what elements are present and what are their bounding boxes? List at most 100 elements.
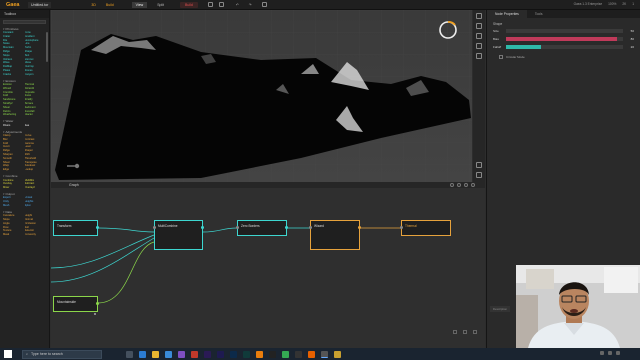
toolbox-node-item[interactable]: Combine xyxy=(3,179,25,182)
photoshop-icon[interactable] xyxy=(230,350,237,358)
taskbar-search-input[interactable]: ⌕ Type here to search xyxy=(22,349,102,359)
graph-settings-icon[interactable] xyxy=(471,183,475,187)
property-value[interactable]: 20 xyxy=(626,45,634,49)
toolbox-node-item[interactable]: Fold xyxy=(3,94,25,97)
gaea-taskbar-icon[interactable] xyxy=(321,350,328,358)
toolbox-node-item[interactable]: Lookup xyxy=(25,168,47,171)
toolbox-node-item[interactable]: Unity xyxy=(3,200,25,203)
toolbox-node-item[interactable]: Line xyxy=(25,42,47,45)
camera-icon[interactable] xyxy=(476,23,482,29)
toolbox-search-input[interactable] xyxy=(3,20,46,24)
toolbox-node-item[interactable]: Overlay xyxy=(3,182,25,185)
toolbox-node-item[interactable]: MultiMix xyxy=(25,179,47,182)
toolbox-node-item[interactable]: Shift xyxy=(25,153,47,156)
toolbox-node-item[interactable]: Stones xyxy=(25,69,47,72)
toolbox-node-item[interactable]: Soil xyxy=(25,226,47,229)
toolbox-node-item[interactable]: Stratify xyxy=(25,98,47,101)
circular-mode-checkbox[interactable]: Circular Mode xyxy=(487,52,640,62)
toolbox-node-item[interactable]: Constant xyxy=(3,31,25,34)
toolbox-node-item[interactable]: Transpose xyxy=(25,161,47,164)
toolbox-node-item[interactable]: Selector xyxy=(25,229,47,232)
material-icon[interactable] xyxy=(476,43,482,49)
toolbox-node-item[interactable]: Edge xyxy=(3,168,25,171)
grid-icon[interactable] xyxy=(218,2,224,7)
toolbar-build-mode-button[interactable]: Build xyxy=(106,3,114,7)
toolbox-node-item[interactable]: Curvature xyxy=(3,214,25,217)
task-view-icon[interactable] xyxy=(126,350,133,358)
toolbox-node-item[interactable]: Wizard xyxy=(3,87,25,90)
property-slider[interactable] xyxy=(506,37,623,41)
tab-node-properties[interactable]: Node Properties xyxy=(487,10,527,18)
toolbox-node-item[interactable]: Heights xyxy=(25,200,47,203)
toolbox-node-item[interactable]: Gamma xyxy=(25,142,47,145)
property-value[interactable]: 50 xyxy=(626,29,634,33)
toolbox-node-item[interactable]: Crater xyxy=(3,35,25,38)
graph-node-transform[interactable]: Transform xyxy=(53,220,99,236)
toolbox-node-item[interactable]: Plates xyxy=(3,69,25,72)
toolbox-node-item[interactable]: Noise xyxy=(3,42,25,45)
lighting-icon[interactable] xyxy=(476,33,482,39)
tab-tools[interactable]: Tools xyxy=(527,10,551,18)
toolbox-node-item[interactable]: Outcrop xyxy=(25,65,47,68)
toolbox-node-item[interactable]: Hemisphere xyxy=(25,39,47,42)
close-icon[interactable] xyxy=(473,330,477,334)
frame-icon[interactable] xyxy=(464,183,468,187)
toolbox-node-item[interactable]: Snowfall xyxy=(25,110,47,113)
toolbox-node-item[interactable]: Mixer xyxy=(3,186,25,189)
toolbox-node-item[interactable]: Mask xyxy=(3,233,25,236)
tray-icon[interactable] xyxy=(616,351,620,355)
toolbox-node-item[interactable]: Sandstone xyxy=(3,98,25,101)
wireframe-icon[interactable] xyxy=(476,53,482,59)
graph-node-mountainside[interactable]: Mountainside xyxy=(53,296,99,312)
toolbox-node-item[interactable]: Shape xyxy=(25,50,47,53)
toolbox-node-item[interactable]: Terrace xyxy=(25,102,47,105)
toolbox-node-item[interactable]: Splat xyxy=(25,204,47,207)
redo-icon[interactable]: ↷ xyxy=(249,3,252,7)
start-icon[interactable] xyxy=(4,350,12,358)
toolbox-node-item[interactable]: Threshold xyxy=(25,157,47,160)
settings-icon[interactable] xyxy=(207,2,213,7)
add-node-icon[interactable] xyxy=(450,183,454,187)
toolbox-node-item[interactable]: DotMap xyxy=(3,65,25,68)
toolbox-node-item[interactable]: Crumble xyxy=(3,91,25,94)
toolbox-node-item[interactable]: Autolevel xyxy=(25,164,47,167)
toolbox-node-item[interactable]: Curve xyxy=(25,134,47,137)
toolbox-node-item[interactable]: Snow xyxy=(25,94,47,97)
tray-icon[interactable] xyxy=(608,351,612,355)
toolbox-node-item[interactable]: Overlay2 xyxy=(25,186,47,189)
visual-studio-icon[interactable] xyxy=(178,350,185,358)
property-slider[interactable] xyxy=(506,45,623,49)
toolbox-node-item[interactable]: Warp xyxy=(3,164,25,167)
blender-icon[interactable] xyxy=(256,350,263,358)
unreal-icon[interactable] xyxy=(269,350,276,358)
zoom-readout[interactable]: 100% xyxy=(608,2,616,6)
toolbox-node-item[interactable]: Canyon xyxy=(25,73,47,76)
toolbox-node-item[interactable]: Smooth xyxy=(3,157,25,160)
store-icon[interactable] xyxy=(165,350,172,358)
graph-node-zero-borders[interactable]: Zero Borders xyxy=(236,220,288,236)
edge-icon[interactable] xyxy=(139,350,146,358)
app2-icon[interactable] xyxy=(334,350,341,358)
toolbox-node-item[interactable]: Slope xyxy=(3,54,25,57)
toolbox-node-item[interactable]: Fold xyxy=(3,142,25,145)
property-slider[interactable] xyxy=(506,29,623,33)
toolbar-3d-button[interactable]: 3D xyxy=(91,3,95,7)
toolbox-node-item[interactable]: File xyxy=(3,39,25,42)
toolbox-node-item[interactable]: Height xyxy=(25,214,47,217)
build-button[interactable]: Build xyxy=(180,1,198,8)
description-tab[interactable]: Description xyxy=(490,306,510,312)
toolbox-node-item[interactable]: Mountain xyxy=(3,46,25,49)
toolbox-node-item[interactable]: Wizard2 xyxy=(25,87,47,90)
toolbox-scrollbar[interactable] xyxy=(46,32,48,62)
premiere-icon[interactable] xyxy=(204,350,211,358)
toolbox-node-item[interactable]: Text xyxy=(25,54,47,57)
toolbox-node-item[interactable]: Mesa xyxy=(25,61,47,64)
reset-view-icon[interactable] xyxy=(476,172,482,178)
obs-icon[interactable] xyxy=(295,350,302,358)
toolbox-node-item[interactable]: Blur xyxy=(3,138,25,141)
toolbox-node-item[interactable]: Contrast xyxy=(25,138,47,141)
toolbox-node-item[interactable]: Rivers xyxy=(3,124,25,127)
toolbox-node-item[interactable]: Perlin xyxy=(25,46,47,49)
toolbox-node-item[interactable]: Invert xyxy=(3,145,25,148)
toolbox-node-item[interactable]: Shear xyxy=(3,106,25,109)
